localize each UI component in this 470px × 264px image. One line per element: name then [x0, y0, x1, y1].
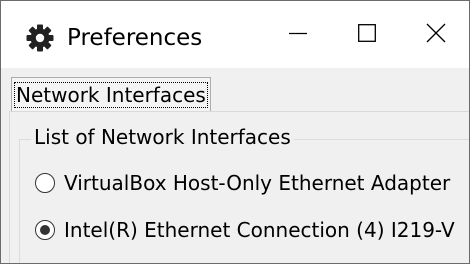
radio-selected-dot — [40, 225, 50, 235]
close-icon — [426, 23, 446, 47]
radio-intel-ethernet[interactable]: Intel(R) Ethernet Connection (4) I219-V — [35, 215, 455, 245]
radio-label: VirtualBox Host-Only Ethernet Adapter — [64, 171, 451, 195]
radio-label: Intel(R) Ethernet Connection (4) I219-V — [64, 218, 455, 242]
preferences-window: Preferences Network Interfaces List of N… — [0, 0, 470, 264]
radio-virtualbox-adapter[interactable]: VirtualBox Host-Only Ethernet Adapter — [35, 168, 450, 198]
maximize-button[interactable] — [332, 1, 401, 68]
tab-network-interfaces[interactable]: Network Interfaces — [11, 77, 211, 111]
minimize-icon — [288, 24, 307, 46]
radio-button-unselected[interactable] — [35, 173, 55, 193]
window-title: Preferences — [67, 25, 203, 51]
maximize-icon — [357, 23, 376, 46]
tab-label: Network Interfaces — [14, 81, 208, 108]
close-button[interactable] — [401, 1, 469, 68]
group-title: List of Network Interfaces — [31, 124, 294, 150]
gear-icon — [25, 23, 55, 53]
title-bar[interactable]: Preferences — [1, 1, 469, 68]
minimize-button[interactable] — [263, 1, 332, 68]
radio-button-selected[interactable] — [35, 220, 55, 240]
